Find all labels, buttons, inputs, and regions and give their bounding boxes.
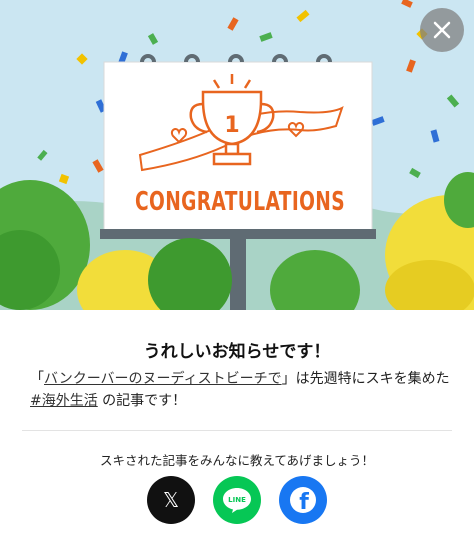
close-icon <box>433 21 451 39</box>
congratulations-billboard-image: 1 CONGRATULATIONS <box>0 0 474 310</box>
facebook-icon: f <box>290 487 316 514</box>
divider <box>22 430 452 431</box>
line-label: LINE <box>228 496 246 504</box>
trophy-number: 1 <box>224 113 239 138</box>
celebration-illustration: 1 CONGRATULATIONS <box>0 0 474 310</box>
notification-message: 「バンクーバーのヌーディストビーチで」は先週特にスキを集めた #海外生活 の記事… <box>30 368 450 412</box>
message-prefix: 「 <box>30 371 44 387</box>
share-buttons: 𝕏 LINE f <box>0 476 474 524</box>
headline: うれしいお知らせです！ <box>143 342 331 362</box>
article-title-link[interactable]: バンクーバーのヌーディストビーチで <box>44 371 282 387</box>
share-x-button[interactable]: 𝕏 <box>147 476 195 524</box>
hashtag-link[interactable]: #海外生活 <box>30 393 98 409</box>
share-facebook-button[interactable]: f <box>279 476 327 524</box>
billboard-text: CONGRATULATIONS <box>135 187 345 217</box>
share-prompt: スキされた記事をみんなに教えてあげましょう！ <box>99 453 374 468</box>
close-button[interactable] <box>420 8 464 52</box>
line-icon: LINE <box>223 488 251 513</box>
notification-content: うれしいお知らせです！ 「バンクーバーのヌーディストビーチで」は先週特にスキを集… <box>0 310 474 543</box>
x-icon: 𝕏 <box>162 488 180 512</box>
message-suffix: の記事です！ <box>97 393 187 409</box>
facebook-glyph: f <box>299 490 309 514</box>
share-line-button[interactable]: LINE <box>213 476 261 524</box>
message-middle: 」は先週特にスキを集めた <box>281 371 450 387</box>
